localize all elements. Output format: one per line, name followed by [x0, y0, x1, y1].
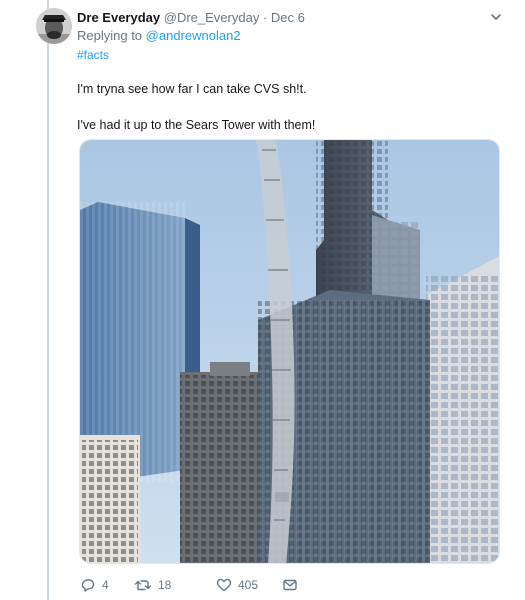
retweet-button[interactable]: 18 [134, 576, 171, 594]
replying-to: Replying to @andrewnolan2 [77, 28, 241, 44]
retweet-icon [134, 577, 152, 593]
chevron-down-icon[interactable] [489, 10, 503, 24]
direct-message-button[interactable] [282, 576, 298, 594]
replying-to-prefix: Replying to [77, 28, 143, 43]
like-button[interactable]: 405 [216, 576, 258, 594]
user-handle[interactable]: @Dre_Everyday [164, 10, 260, 25]
tweet-date[interactable]: Dec 6 [271, 10, 305, 25]
reply-icon [80, 577, 96, 593]
hashtag-link[interactable]: #facts [77, 47, 109, 63]
replying-to-link[interactable]: @andrewnolan2 [146, 28, 241, 43]
retweet-count: 18 [158, 578, 172, 592]
tweet[interactable]: Dre Everyday @Dre_Everyday · Dec 6 Reply… [0, 0, 525, 600]
separator-dot: · [262, 10, 268, 25]
avatar[interactable] [36, 8, 72, 44]
envelope-icon [282, 577, 298, 593]
reply-count: 4 [102, 578, 109, 592]
tweet-text-line-2: I've had it up to the Sears Tower with t… [77, 118, 316, 132]
heart-icon [216, 577, 232, 593]
reply-button[interactable]: 4 [80, 576, 109, 594]
tweet-text-line-1: I'm tryna see how far I can take CVS sh!… [77, 82, 307, 96]
like-count: 405 [238, 578, 259, 592]
tweet-photo[interactable] [79, 139, 500, 564]
tweet-header: Dre Everyday @Dre_Everyday · Dec 6 [77, 9, 505, 27]
display-name[interactable]: Dre Everyday [77, 10, 160, 25]
